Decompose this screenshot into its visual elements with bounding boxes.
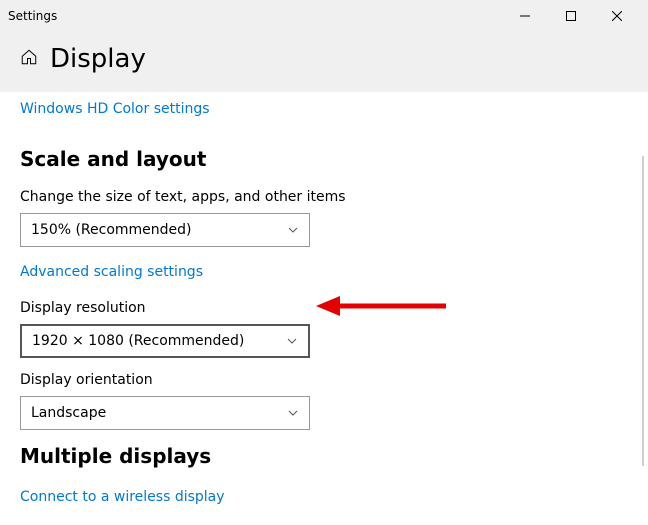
page-header: Display — [0, 32, 648, 92]
close-button[interactable] — [594, 0, 640, 32]
scale-label: Change the size of text, apps, and other… — [20, 189, 628, 205]
resolution-value: 1920 × 1080 (Recommended) — [32, 333, 286, 349]
app-title: Settings — [8, 9, 502, 23]
orientation-value: Landscape — [31, 405, 287, 421]
chevron-down-icon — [286, 335, 298, 347]
section-scale-layout: Scale and layout — [20, 147, 628, 171]
content-area: Windows HD Color settings Scale and layo… — [0, 92, 648, 525]
page-title: Display — [50, 44, 146, 74]
resolution-dropdown[interactable]: 1920 × 1080 (Recommended) — [20, 324, 310, 358]
close-icon — [612, 11, 622, 21]
chevron-down-icon — [287, 224, 299, 236]
hd-color-link[interactable]: Windows HD Color settings — [20, 101, 210, 117]
section-multiple-displays: Multiple displays — [20, 444, 628, 468]
titlebar: Settings — [0, 0, 648, 32]
scrollbar[interactable] — [642, 156, 644, 466]
advanced-scaling-link[interactable]: Advanced scaling settings — [20, 264, 203, 280]
orientation-label: Display orientation — [20, 372, 628, 388]
home-icon[interactable] — [20, 48, 38, 70]
maximize-button[interactable] — [548, 0, 594, 32]
maximize-icon — [566, 11, 576, 21]
wireless-display-link[interactable]: Connect to a wireless display — [20, 489, 225, 505]
scale-dropdown[interactable]: 150% (Recommended) — [20, 213, 310, 247]
minimize-button[interactable] — [502, 0, 548, 32]
scale-value: 150% (Recommended) — [31, 222, 287, 238]
minimize-icon — [520, 11, 530, 21]
chevron-down-icon — [287, 407, 299, 419]
window-controls — [502, 0, 640, 32]
resolution-label: Display resolution — [20, 300, 628, 316]
orientation-dropdown[interactable]: Landscape — [20, 396, 310, 430]
